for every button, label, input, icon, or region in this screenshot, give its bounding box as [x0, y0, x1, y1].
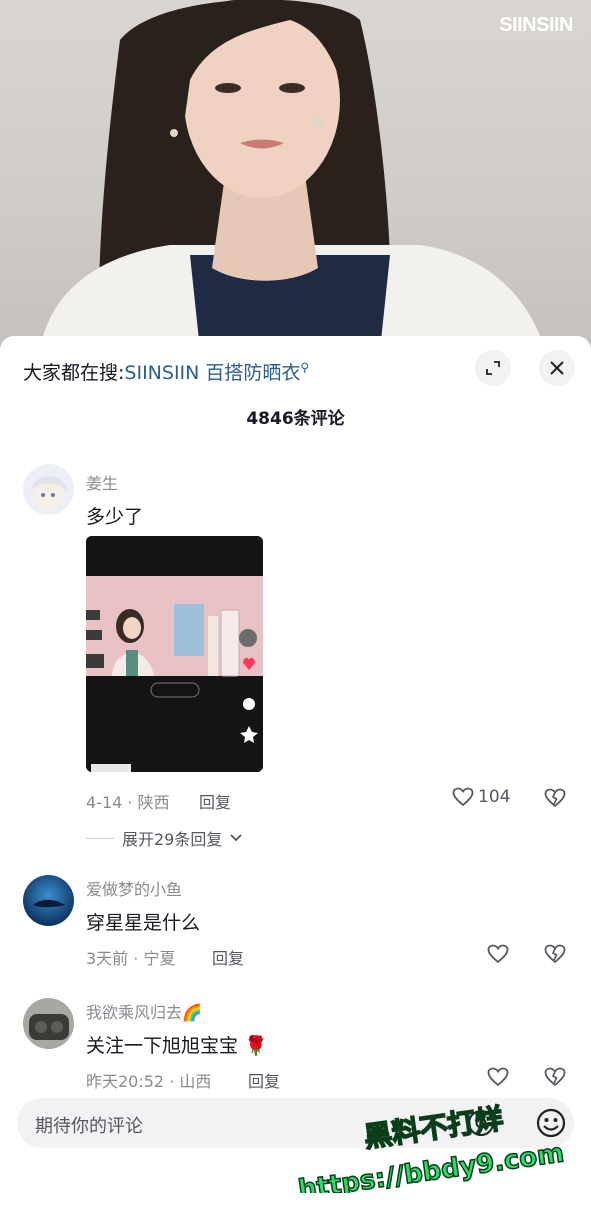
comment-text: 多少了 [86, 506, 144, 528]
reply-button[interactable]: 回复 [199, 789, 231, 813]
avatar-image [23, 875, 74, 926]
comment-text: 穿星星是什么 [86, 912, 201, 934]
comment-item: 我欲乘风归去🌈 关注一下旭旭宝宝 🌹 昨天20:52 · 山西 回复 [0, 998, 591, 1098]
at-icon [468, 1110, 494, 1136]
comment-input-bar[interactable]: 期待你的评论 [17, 1098, 574, 1148]
avatar[interactable] [23, 464, 74, 515]
commenter-name[interactable]: 爱做梦的小鱼 [86, 876, 182, 900]
heart-icon [487, 1067, 509, 1087]
search-suggestion[interactable]: 大家都在搜:SIINSIIN 百搭防晒衣⚲ [23, 358, 309, 385]
expand-icon [486, 361, 500, 375]
comment-text: 关注一下旭旭宝宝 🌹 [86, 1035, 268, 1057]
brand-logo: SIINSIIN [499, 14, 573, 36]
video-frame-illustration [40, 0, 545, 350]
expand-replies-button[interactable]: 展开29条回复 [86, 826, 243, 850]
comment-date-location: 昨天20:52 · 山西 [86, 1072, 212, 1091]
search-icon: ⚲ [300, 360, 310, 375]
like-button[interactable]: 104 [452, 787, 510, 807]
avatar-image [23, 998, 74, 1049]
broken-heart-icon [544, 788, 566, 808]
search-prefix: 大家都在搜: [23, 362, 125, 384]
close-button[interactable] [539, 350, 575, 386]
like-button[interactable] [487, 944, 509, 964]
dislike-button[interactable] [544, 1067, 566, 1091]
divider-line [86, 837, 114, 839]
comment-image-preview [86, 536, 263, 772]
search-keyword[interactable]: SIINSIIN 百搭防晒衣 [124, 362, 300, 384]
expand-replies-label: 展开29条回复 [122, 830, 223, 849]
comment-image[interactable] [86, 536, 263, 772]
comment-input-placeholder[interactable]: 期待你的评论 [35, 1112, 143, 1138]
chevron-down-icon [230, 834, 243, 842]
reply-button[interactable]: 回复 [248, 1068, 280, 1092]
expand-sheet-button[interactable] [475, 350, 511, 386]
emoji-button[interactable] [534, 1106, 568, 1140]
comment-item: 爱做梦的小鱼 穿星星是什么 3天前 · 宁夏 回复 [0, 875, 591, 975]
avatar[interactable] [23, 998, 74, 1049]
heart-icon [452, 787, 474, 807]
like-button[interactable] [487, 1067, 509, 1087]
emoji-icon [536, 1108, 566, 1138]
avatar-image [23, 464, 74, 515]
comment-item: 姜生 多少了 4-14 · 陕西 回复 104 展开29条回复 [0, 464, 591, 849]
broken-heart-icon [544, 944, 566, 964]
mention-button[interactable] [464, 1106, 498, 1140]
avatar[interactable] [23, 875, 74, 926]
close-icon [550, 361, 564, 375]
broken-heart-icon [544, 1067, 566, 1087]
comment-date-location: 3天前 · 宁夏 [86, 949, 176, 968]
like-count: 104 [478, 787, 511, 807]
comment-count: 4846条评论 [246, 409, 345, 429]
dislike-button[interactable] [544, 788, 566, 812]
commenter-name[interactable]: 我欲乘风归去🌈 [86, 999, 202, 1023]
commenter-name[interactable]: 姜生 [86, 470, 118, 494]
dislike-button[interactable] [544, 944, 566, 968]
video-player[interactable]: SIINSIIN [0, 0, 591, 350]
heart-icon [487, 944, 509, 964]
comment-date-location: 4-14 · 陕西 [86, 793, 170, 812]
comment-sheet: 大家都在搜:SIINSIIN 百搭防晒衣⚲ 4846条评论 姜生 多少了 4-1… [0, 336, 591, 1206]
reply-button[interactable]: 回复 [212, 945, 244, 969]
